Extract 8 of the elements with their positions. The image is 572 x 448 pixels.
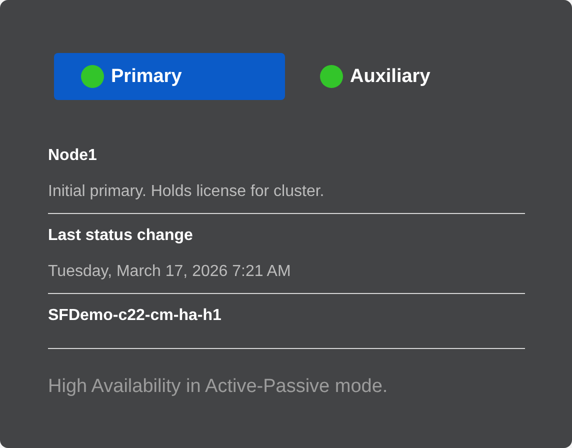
detail-title: Last status change xyxy=(48,226,194,246)
detail-title: SFDemo-c22-cm-ha-h1 xyxy=(48,306,222,326)
node-tab[interactable]: Auxiliary xyxy=(293,53,524,100)
detail-value: Initial primary. Holds license for cluster. xyxy=(48,182,326,202)
node-tab[interactable]: Primary xyxy=(54,53,285,100)
detail-title: Node1 xyxy=(48,146,98,166)
mode-description: High Availability in Active-Passive mode. xyxy=(48,376,389,398)
detail-value: Tuesday, March 17, 2026 7:21 AM xyxy=(48,262,292,282)
